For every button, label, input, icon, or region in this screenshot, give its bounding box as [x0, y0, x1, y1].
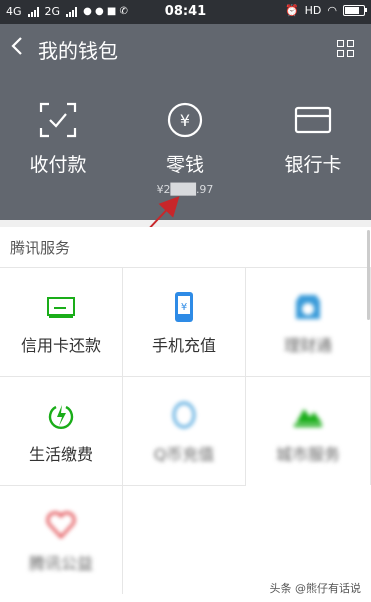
svg-text:¥: ¥ [180, 111, 190, 130]
action-bank-card[interactable]: 银行卡 [258, 102, 368, 177]
grid-icon[interactable] [337, 40, 355, 58]
section-title: 腾讯服务 [10, 239, 71, 257]
service-label: 手机充值 [151, 336, 216, 355]
empty-tile [123, 485, 246, 594]
wallet-header: 我的钱包 收付款 ¥ 零钱 ¥2███.97 银行卡 [0, 24, 371, 220]
action-change[interactable]: ¥ 零钱 ¥2███.97 [130, 102, 240, 196]
action-label: 银行卡 [284, 154, 342, 176]
service-utilities[interactable]: 生活缴费 [0, 376, 123, 485]
status-right: ⏰ HD ◠ [284, 4, 367, 17]
scan-check-icon [3, 102, 113, 138]
wifi-icon: ◠ [327, 4, 337, 17]
action-pay-receive[interactable]: 收付款 [3, 102, 113, 177]
svg-text:¥: ¥ [181, 302, 187, 313]
service-label: 城市服务 [275, 445, 340, 464]
chevron-left-icon [11, 37, 22, 55]
status-bar: 4G 2G ● ● ■ ✆ 08:41 ⏰ HD ◠ [0, 0, 371, 24]
hd-label: HD [304, 4, 322, 17]
service-mobile-topup[interactable]: ¥ 手机充值 [123, 267, 246, 376]
service-credit-card[interactable]: 信用卡还款 [0, 267, 123, 376]
yen-circle-icon: ¥ [130, 102, 240, 138]
service-label: 腾讯公益 [28, 554, 93, 573]
service-label: 生活缴费 [28, 445, 93, 464]
page-title: 我的钱包 [38, 39, 118, 63]
service-qcoin[interactable]: Q币充值 [123, 376, 246, 485]
service-label: 信用卡还款 [20, 336, 101, 355]
watermark: 头条 @熊仔有话说 [269, 582, 362, 595]
service-city[interactable]: 城市服务 [246, 376, 371, 485]
credit-card-icon [0, 292, 122, 322]
service-label: Q币充值 [153, 445, 215, 464]
qq-icon [123, 401, 245, 431]
battery-icon [343, 5, 367, 16]
phone-icon: ¥ [123, 292, 245, 322]
alarm-icon: ⏰ [284, 4, 299, 17]
lightning-icon [0, 401, 122, 431]
action-label: 收付款 [29, 154, 87, 176]
action-label: 零钱 [165, 154, 204, 176]
scrollbar[interactable] [367, 230, 370, 320]
heart-icon [0, 510, 122, 540]
tencent-services: 腾讯服务 信用卡还款 ¥ 手机充值 理财通 生活缴费 Q币充值 城市服务 腾讯公… [0, 227, 371, 602]
service-charity[interactable]: 腾讯公益 [0, 485, 123, 594]
service-wealth[interactable]: 理财通 [246, 267, 371, 376]
service-label: 理财通 [283, 336, 332, 355]
nav-bar: 我的钱包 [0, 24, 371, 72]
city-icon [246, 401, 370, 431]
back-button[interactable] [10, 36, 24, 61]
lct-icon [246, 292, 370, 322]
card-icon [258, 102, 368, 138]
